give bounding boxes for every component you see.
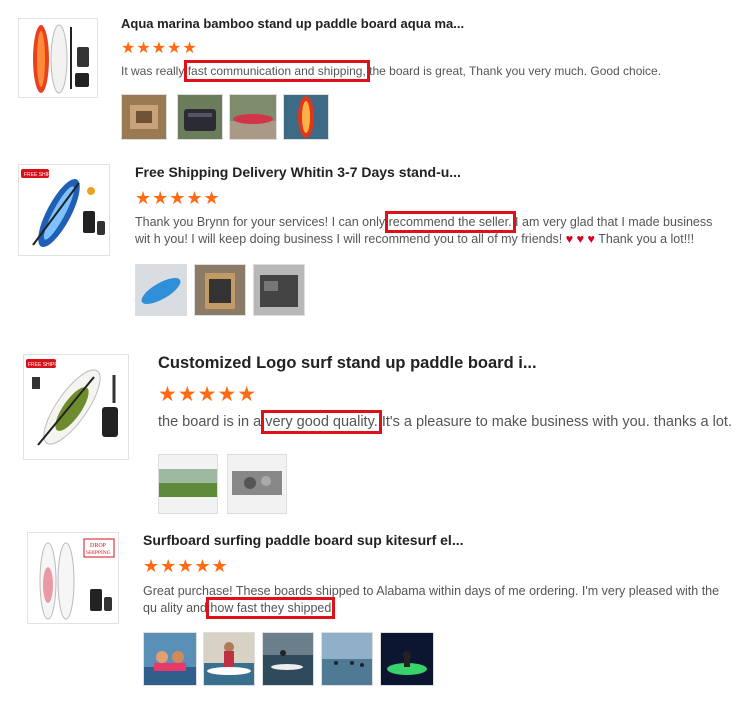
review-text-after: the board is great, Thank you very much.…: [365, 64, 662, 78]
badge-text: FREE SHIPPING: [24, 172, 63, 178]
review-text-end: Thank you a lot!!!: [598, 232, 695, 246]
review-photo[interactable]: [380, 632, 434, 686]
review-text: It was really fast communication and shi…: [121, 60, 731, 82]
product-thumbnail-4[interactable]: DROP SHIPPING: [27, 532, 119, 624]
review-photo[interactable]: [177, 94, 223, 140]
product-title[interactable]: Free Shipping Delivery Whitin 3-7 Days s…: [135, 164, 461, 180]
badge-text: FREE SHIPPING: [28, 362, 67, 368]
heart-icon: ♥ ♥ ♥: [565, 232, 595, 246]
review-text-after: It's a pleasure to make business with yo…: [377, 414, 732, 430]
review-text-before: the board is in a: [158, 414, 266, 430]
review-photo[interactable]: [262, 632, 314, 686]
product-title[interactable]: Customized Logo surf stand up paddle boa…: [158, 354, 537, 373]
rating-stars: ★★★★★: [143, 556, 229, 576]
product-title[interactable]: Aqua marina bamboo stand up paddle board…: [121, 16, 464, 31]
product-thumbnail-2[interactable]: FREE SHIPPING: [18, 164, 110, 256]
rating-stars: ★★★★★: [121, 40, 198, 57]
product-title[interactable]: Surfboard surfing paddle board sup kites…: [143, 532, 463, 548]
highlight-box: fast communication and shipping,: [183, 60, 370, 82]
review-photo[interactable]: [203, 632, 255, 686]
badge-text: DROP: [90, 543, 107, 549]
review-photo[interactable]: [135, 264, 187, 316]
review-photo[interactable]: [321, 632, 373, 686]
review-text: the board is in a very good quality. It'…: [158, 410, 738, 434]
highlight-box: how fast they shipped: [206, 597, 336, 619]
review-text-before: It was really: [121, 64, 188, 78]
review-text-before: Thank you Brynn for your services! I can…: [135, 215, 389, 229]
review-photo[interactable]: [283, 94, 329, 140]
review-photo[interactable]: [158, 454, 218, 514]
review-photo[interactable]: [227, 454, 287, 514]
product-thumbnail-3[interactable]: FREE SHIPPING: [23, 354, 129, 460]
rating-stars: ★★★★★: [158, 383, 258, 406]
review-photo[interactable]: [229, 94, 277, 140]
review-text: Great purchase! These boards shipped to …: [143, 583, 733, 619]
rating-stars: ★★★★★: [135, 188, 221, 208]
review-photo[interactable]: [194, 264, 246, 316]
highlight-box: recommend the seller.: [384, 211, 516, 233]
badge-text: SHIPPING: [86, 550, 111, 556]
review-photo[interactable]: [143, 632, 197, 686]
highlight-box: very good quality.: [261, 410, 382, 434]
review-photo[interactable]: [121, 94, 167, 140]
review-text: Thank you Brynn for your services! I can…: [135, 211, 727, 248]
product-thumbnail-1[interactable]: [18, 18, 98, 98]
review-photo[interactable]: [253, 264, 305, 316]
